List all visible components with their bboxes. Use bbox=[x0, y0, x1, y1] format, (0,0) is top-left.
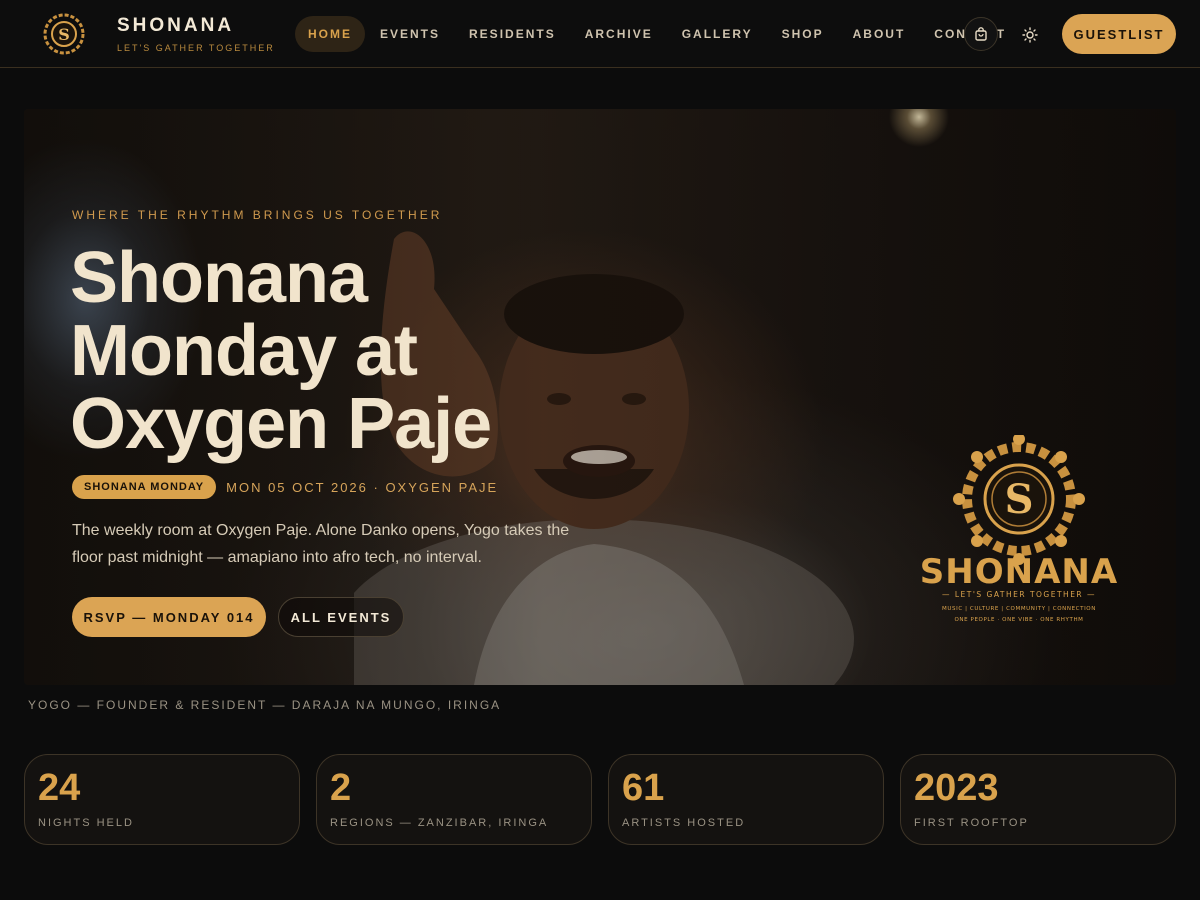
brand-tagline: LET'S GATHER TOGETHER bbox=[117, 43, 275, 53]
stat-card-artists: 61 ARTISTS HOSTED bbox=[608, 754, 884, 845]
emblem-motto: ONE PEOPLE · ONE VIBE · ONE RHYTHM bbox=[954, 617, 1083, 623]
nav-item-about[interactable]: ABOUT bbox=[839, 16, 920, 52]
svg-text:S: S bbox=[1005, 476, 1034, 523]
event-date-venue: MON 05 OCT 2026 · OXYGEN PAJE bbox=[226, 479, 499, 495]
stat-card-nights: 24 NIGHTS HELD bbox=[24, 754, 300, 845]
main-nav: HOME EVENTS RESIDENTS ARCHIVE GALLERY SH… bbox=[295, 16, 1021, 52]
hero-eyebrow: WHERE THE RHYTHM BRINGS US TOGETHER bbox=[72, 208, 443, 222]
shonana-logo-icon[interactable]: S bbox=[40, 12, 88, 56]
hero-section: WHERE THE RHYTHM BRINGS US TOGETHER Shon… bbox=[24, 109, 1176, 685]
stat-value: 24 bbox=[38, 767, 81, 809]
hero-photo-caption: YOGO — FOUNDER & RESIDENT — DARAJA NA MU… bbox=[28, 698, 502, 712]
nav-item-shop[interactable]: SHOP bbox=[768, 16, 838, 52]
stat-value: 2 bbox=[330, 767, 352, 809]
stat-card-first-rooftop: 2023 FIRST ROOFTOP bbox=[900, 754, 1176, 845]
stat-value: 61 bbox=[622, 767, 665, 809]
theme-toggle-button[interactable] bbox=[1016, 21, 1044, 49]
event-meta-row: SHONANA MONDAY MON 05 OCT 2026 · OXYGEN … bbox=[72, 475, 498, 499]
site-header: S SHONANA LET'S GATHER TOGETHER HOME EVE… bbox=[0, 0, 1200, 68]
emblem-tagline: — LET'S GATHER TOGETHER — bbox=[942, 590, 1096, 599]
emblem-pillars: MUSIC | CULTURE | COMMUNITY | CONNECTION bbox=[942, 606, 1096, 612]
series-badge: SHONANA MONDAY bbox=[72, 475, 217, 499]
sun-icon bbox=[1022, 27, 1038, 43]
nav-item-residents[interactable]: RESIDENTS bbox=[455, 16, 570, 52]
stat-label: FIRST ROOFTOP bbox=[914, 817, 1029, 829]
nav-item-archive[interactable]: ARCHIVE bbox=[571, 16, 667, 52]
emblem-name: SHONANA bbox=[920, 552, 1118, 592]
hero-description: The weekly room at Oxygen Paje. Alone Da… bbox=[72, 522, 570, 566]
stat-label: ARTISTS HOSTED bbox=[622, 817, 746, 829]
nav-item-events[interactable]: EVENTS bbox=[366, 16, 454, 52]
shonana-emblem-logo: S SHONANA — LET'S GATHER TOGETHER — MUSI… bbox=[920, 435, 1118, 623]
rsvp-button[interactable]: RSVP — MONDAY 014 bbox=[72, 597, 266, 637]
shopping-bag-icon bbox=[975, 27, 987, 41]
hero-title: Shonana Monday at Oxygen Paje bbox=[70, 238, 492, 464]
nav-item-gallery[interactable]: GALLERY bbox=[668, 16, 767, 52]
brand-name[interactable]: SHONANA bbox=[117, 15, 234, 37]
stat-label: NIGHTS HELD bbox=[38, 817, 134, 829]
stat-card-regions: 2 REGIONS — ZANZIBAR, IRINGA bbox=[316, 754, 592, 845]
nav-item-home[interactable]: HOME bbox=[295, 16, 365, 52]
svg-text:S: S bbox=[58, 25, 70, 44]
cart-button[interactable] bbox=[964, 17, 998, 51]
stat-label: REGIONS — ZANZIBAR, IRINGA bbox=[330, 817, 549, 829]
guestlist-button[interactable]: GUESTLIST bbox=[1062, 14, 1176, 54]
all-events-button[interactable]: ALL EVENTS bbox=[278, 597, 404, 637]
stat-value: 2023 bbox=[914, 767, 999, 809]
